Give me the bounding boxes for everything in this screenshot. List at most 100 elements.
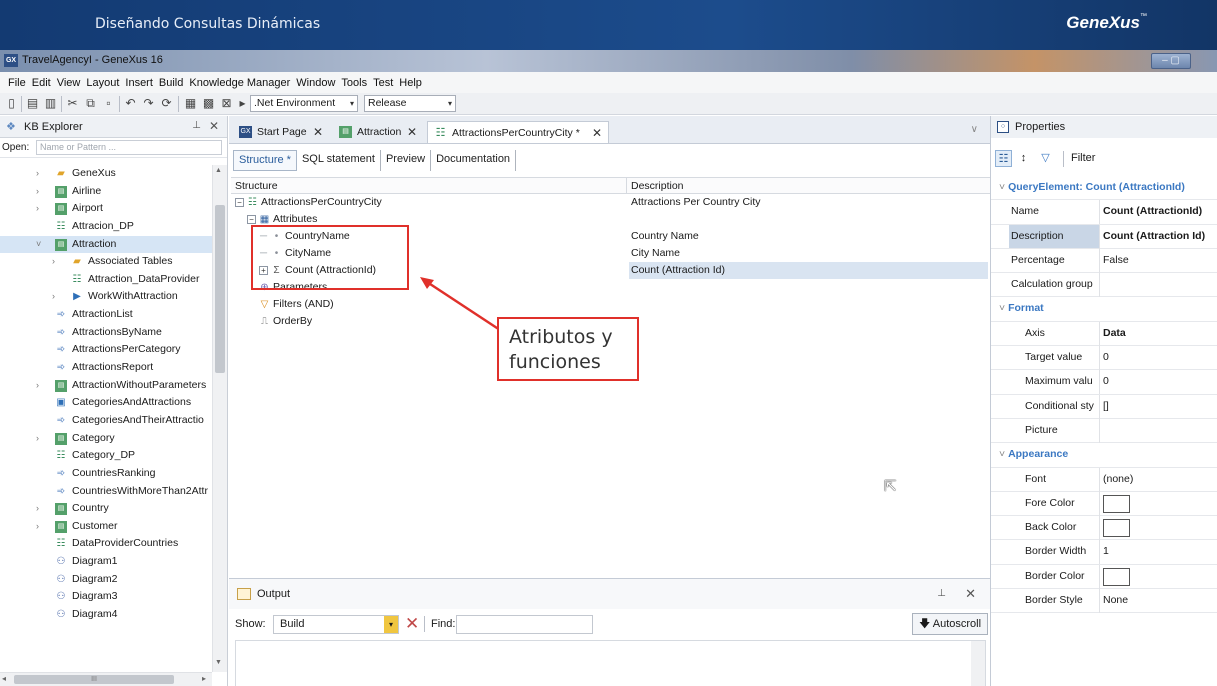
kb-horizontal-scrollbar[interactable]: ◂ III ▸ bbox=[0, 672, 212, 686]
kb-tree-item[interactable]: ⚇ Diagram1 bbox=[0, 553, 212, 571]
chevron-down-icon[interactable]: ˅ bbox=[36, 236, 46, 253]
cancel-build-icon[interactable]: ⊠ bbox=[219, 96, 234, 111]
menu-tools[interactable]: Tools bbox=[341, 77, 367, 89]
tab-documentation[interactable]: Documentation bbox=[431, 150, 517, 171]
close-icon[interactable]: ✕ bbox=[965, 586, 976, 602]
property-row[interactable]: Border Style None bbox=[991, 589, 1217, 614]
find-input[interactable] bbox=[456, 615, 593, 634]
kb-tree-item[interactable]: ⚇ Diagram4 bbox=[0, 606, 212, 624]
sort-alphabetical-icon[interactable]: ↕ bbox=[1015, 150, 1032, 167]
run-icon[interactable]: ▸ bbox=[235, 96, 250, 111]
tab-attraction[interactable]: ▤ Attraction ✕ bbox=[333, 121, 425, 143]
property-row[interactable]: Border Width 1 bbox=[991, 540, 1217, 565]
menu-edit[interactable]: Edit bbox=[32, 77, 51, 89]
scroll-right-icon[interactable]: ▸ bbox=[202, 674, 206, 683]
environment-select[interactable]: .Net Environment ▾ bbox=[250, 95, 358, 112]
scroll-up-icon[interactable]: ▲ bbox=[215, 167, 222, 174]
menu-build[interactable]: Build bbox=[159, 77, 183, 89]
property-value[interactable]: None bbox=[1103, 594, 1128, 606]
kb-tree-item[interactable]: ➾ AttractionList bbox=[0, 306, 212, 324]
categorized-icon[interactable]: ☷ bbox=[995, 150, 1012, 167]
clear-icon[interactable]: ✕ bbox=[405, 614, 419, 634]
open-object-input[interactable]: Name or Pattern ... bbox=[36, 140, 222, 155]
output-scrollbar[interactable] bbox=[971, 641, 985, 686]
menu-window[interactable]: Window bbox=[296, 77, 335, 89]
copy-icon[interactable]: ⧉ bbox=[83, 96, 98, 111]
property-row[interactable]: Conditional sty [] bbox=[991, 394, 1217, 419]
chevron-down-icon[interactable]: ˅ bbox=[999, 302, 1008, 314]
tab-start-page[interactable]: GX Start Page ✕ bbox=[233, 121, 331, 143]
kb-tree-item[interactable]: › ▤ Airline bbox=[0, 183, 212, 201]
property-value[interactable]: (none) bbox=[1103, 473, 1133, 485]
property-value[interactable]: Data bbox=[1103, 327, 1126, 339]
color-swatch[interactable] bbox=[1103, 567, 1130, 586]
kb-tree-item[interactable]: › ▤ Category bbox=[0, 430, 212, 448]
menu-view[interactable]: View bbox=[57, 77, 81, 89]
new-object-icon[interactable]: ▯ bbox=[4, 96, 19, 111]
kb-tree-item[interactable]: ˅ ▤ Attraction bbox=[0, 235, 212, 254]
redo-icon[interactable]: ↷ bbox=[141, 96, 156, 111]
menu-layout[interactable]: Layout bbox=[86, 77, 119, 89]
kb-tree-item[interactable]: › ▤ Customer bbox=[0, 518, 212, 536]
build-icon[interactable]: ▦ bbox=[183, 96, 198, 111]
chevron-right-icon[interactable]: › bbox=[36, 500, 46, 517]
property-row[interactable]: Border Color bbox=[991, 564, 1217, 590]
kb-tree-item[interactable]: ⚇ Diagram3 bbox=[0, 588, 212, 606]
chevron-right-icon[interactable]: › bbox=[36, 200, 46, 217]
property-row[interactable]: Maximum valu 0 bbox=[991, 370, 1217, 395]
chevron-right-icon[interactable]: › bbox=[36, 430, 46, 447]
property-row[interactable]: Calculation group bbox=[991, 273, 1217, 298]
scroll-thumb[interactable]: III bbox=[14, 675, 174, 684]
structure-row[interactable]: − ☷ AttractionsPerCountryCity Attractions P… bbox=[231, 194, 990, 211]
menu-help[interactable]: Help bbox=[399, 77, 422, 89]
save-icon[interactable]: ▤ bbox=[25, 96, 40, 111]
scroll-thumb[interactable] bbox=[215, 205, 225, 373]
property-value[interactable]: Count (AttractionId) bbox=[1103, 205, 1202, 217]
pin-icon[interactable]: ⊥ bbox=[937, 588, 946, 599]
tab-attractions-per-country-city[interactable]: ☷ AttractionsPerCountryCity * ✕ bbox=[427, 121, 609, 143]
property-row[interactable]: Description Count (Attraction Id) bbox=[991, 224, 1217, 249]
kb-tree-item[interactable]: › ▰ GeneXus bbox=[0, 165, 212, 183]
property-row[interactable]: Picture bbox=[991, 418, 1217, 444]
property-row[interactable]: Fore Color bbox=[991, 491, 1217, 517]
chevron-right-icon[interactable]: › bbox=[36, 377, 46, 394]
close-icon[interactable]: ✕ bbox=[209, 119, 219, 133]
kb-tree-item[interactable]: › ▤ Country bbox=[0, 500, 212, 518]
kb-tree-item[interactable]: › ▶ WorkWithAttraction bbox=[0, 288, 212, 306]
tab-structure[interactable]: Structure * bbox=[233, 150, 297, 171]
property-value[interactable]: [] bbox=[1103, 400, 1109, 412]
chevron-down-icon[interactable]: ˅ bbox=[999, 448, 1008, 460]
kb-tree-item[interactable]: ➾ AttractionsPerCategory bbox=[0, 341, 212, 359]
kb-tree-item[interactable]: ☷ Category_DP bbox=[0, 447, 212, 465]
close-tab-icon[interactable]: ✕ bbox=[592, 122, 602, 144]
tab-sql-statement[interactable]: SQL statement bbox=[297, 150, 381, 171]
menu-file[interactable]: File bbox=[8, 77, 26, 89]
chevron-right-icon[interactable]: › bbox=[36, 183, 46, 200]
save-all-icon[interactable]: ▥ bbox=[43, 96, 58, 111]
autoscroll-button[interactable]: 🡇 Autoscroll bbox=[912, 613, 988, 635]
scroll-left-icon[interactable]: ◂ bbox=[2, 674, 6, 683]
window-controls[interactable]: – ▢ bbox=[1151, 53, 1191, 69]
kb-tree-item[interactable]: ➾ CountriesWithMoreThan2Attr bbox=[0, 483, 212, 501]
kb-tree-item[interactable]: › ▤ Airport bbox=[0, 200, 212, 218]
property-value[interactable]: False bbox=[1103, 254, 1129, 266]
close-tab-icon[interactable]: ✕ bbox=[407, 121, 417, 143]
kb-vertical-scrollbar[interactable]: ▲ ▼ bbox=[212, 165, 227, 672]
menu-knowledge-manager[interactable]: Knowledge Manager bbox=[189, 77, 290, 89]
show-select[interactable]: Build ▾ bbox=[273, 615, 399, 634]
kb-tree-item[interactable]: › ▰ Associated Tables bbox=[0, 253, 212, 271]
chevron-down-icon[interactable]: ▾ bbox=[384, 616, 398, 633]
property-row[interactable]: Target value 0 bbox=[991, 346, 1217, 371]
property-value[interactable]: Count (Attraction Id) bbox=[1103, 230, 1205, 242]
configuration-select[interactable]: Release ▾ bbox=[364, 95, 456, 112]
chevron-right-icon[interactable]: › bbox=[52, 253, 62, 270]
kb-tree-item[interactable]: ▣ CategoriesAndAttractions bbox=[0, 394, 212, 412]
kb-tree-item[interactable]: ⚇ Diagram2 bbox=[0, 571, 212, 589]
menu-insert[interactable]: Insert bbox=[125, 77, 153, 89]
undo-icon[interactable]: ↶ bbox=[123, 96, 138, 111]
output-log[interactable] bbox=[235, 640, 986, 686]
kb-tree-item[interactable]: ➾ AttractionsReport bbox=[0, 359, 212, 377]
pin-icon[interactable]: ⊥ bbox=[192, 120, 201, 131]
collapse-icon[interactable]: − bbox=[247, 215, 256, 224]
chevron-right-icon[interactable]: › bbox=[52, 288, 62, 305]
